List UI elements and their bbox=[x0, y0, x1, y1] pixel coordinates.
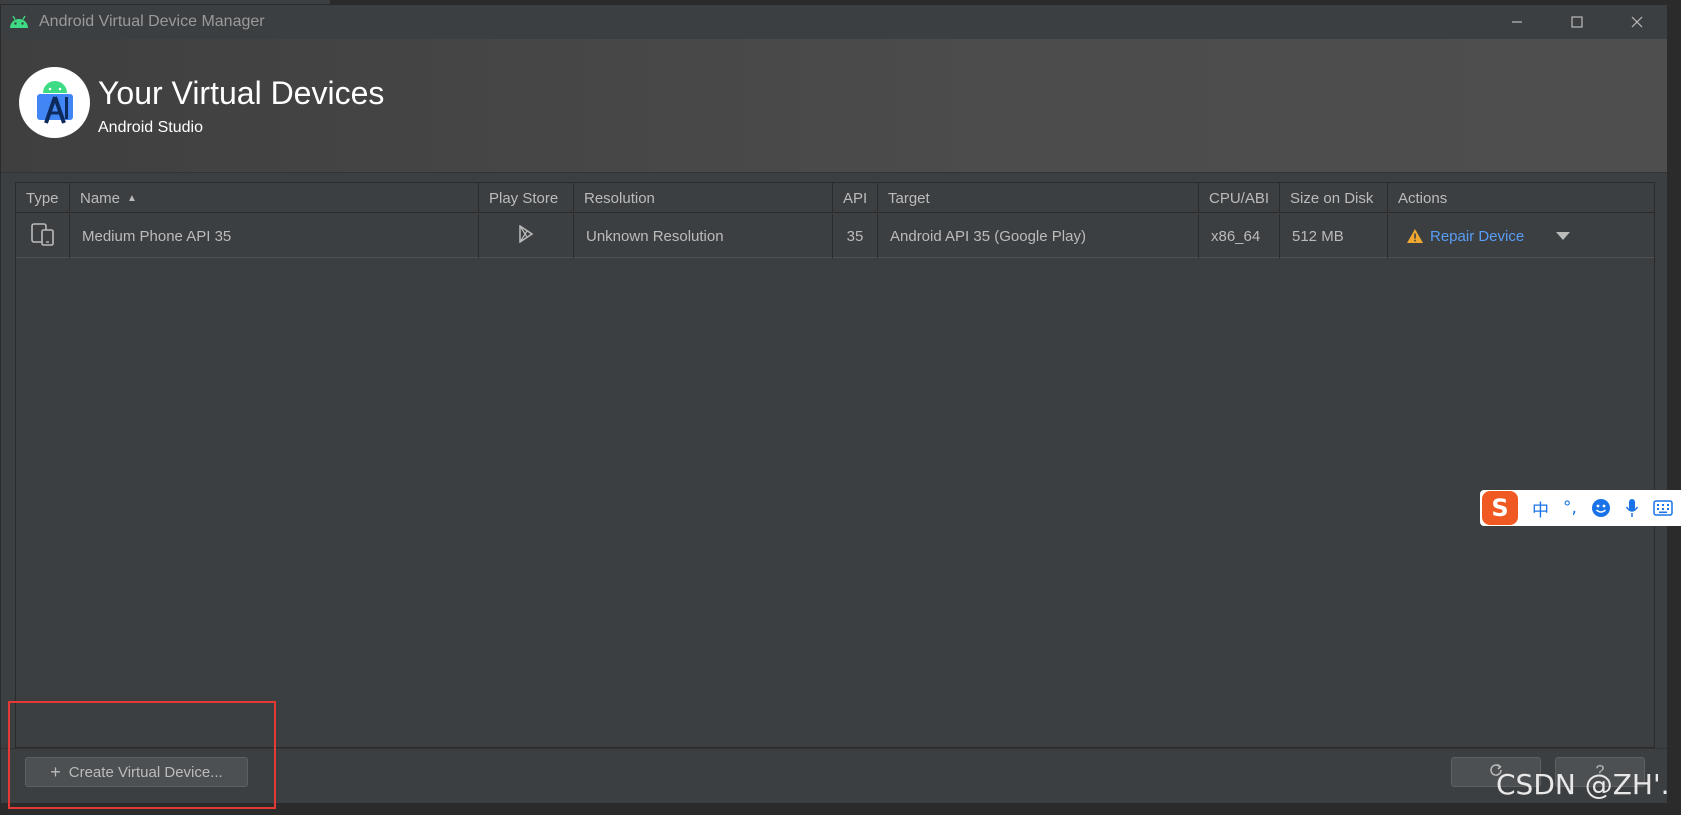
column-header-resolution[interactable]: Resolution bbox=[574, 183, 833, 213]
device-type-cell bbox=[16, 214, 70, 258]
phone-tablet-icon bbox=[30, 221, 56, 251]
play-store-cell bbox=[479, 214, 574, 258]
cpu-abi-cell: x86_64 bbox=[1199, 214, 1280, 258]
ime-toolbar[interactable]: S 中 °, bbox=[1480, 490, 1681, 526]
title-bar: Android Virtual Device Manager bbox=[1, 5, 1667, 39]
target-cell: Android API 35 (Google Play) bbox=[878, 214, 1199, 258]
column-header-target[interactable]: Target bbox=[878, 183, 1199, 213]
caret-down-icon[interactable] bbox=[1556, 232, 1571, 240]
column-header-size-on-disk[interactable]: Size on Disk bbox=[1280, 183, 1388, 213]
ime-punctuation-toggle[interactable]: °, bbox=[1563, 498, 1577, 518]
actions-cell: Repair Device bbox=[1388, 214, 1620, 258]
table-row[interactable]: Medium Phone API 35 Unknown Resolution 3… bbox=[16, 214, 1654, 258]
ime-mode-toggle[interactable]: 中 bbox=[1532, 496, 1549, 521]
window-title: Android Virtual Device Manager bbox=[39, 13, 265, 30]
sort-ascending-icon: ▲ bbox=[127, 192, 137, 204]
column-header-api[interactable]: API bbox=[833, 183, 878, 213]
device-table: Type Name ▲ Play Store Resolution API Ta… bbox=[15, 182, 1655, 748]
android-studio-logo-icon bbox=[19, 67, 90, 138]
ime-logo-icon[interactable]: S bbox=[1482, 491, 1518, 525]
avd-manager-window: Android Virtual Device Manager Your Virt… bbox=[0, 4, 1668, 804]
column-header-name-label: Name bbox=[80, 189, 121, 207]
warning-icon bbox=[1406, 228, 1424, 244]
android-icon bbox=[9, 13, 31, 31]
column-header-play-store[interactable]: Play Store bbox=[479, 183, 574, 213]
column-header-type[interactable]: Type bbox=[16, 183, 70, 213]
header-banner: Your Virtual Devices Android Studio bbox=[1, 39, 1667, 173]
column-header-cpu-abi[interactable]: CPU/ABI bbox=[1199, 183, 1280, 213]
maximize-button[interactable] bbox=[1547, 5, 1607, 39]
microphone-icon[interactable] bbox=[1625, 498, 1639, 518]
annotation-highlight-box bbox=[8, 701, 276, 809]
close-button[interactable] bbox=[1607, 5, 1667, 39]
size-on-disk-cell: 512 MB bbox=[1280, 214, 1388, 258]
play-store-icon bbox=[518, 224, 534, 247]
api-cell: 35 bbox=[833, 214, 878, 258]
page-title: Your Virtual Devices bbox=[98, 75, 385, 111]
device-name-cell: Medium Phone API 35 bbox=[70, 214, 479, 258]
table-header: Type Name ▲ Play Store Resolution API Ta… bbox=[16, 183, 1654, 213]
minimize-button[interactable] bbox=[1487, 5, 1547, 39]
keyboard-icon[interactable] bbox=[1653, 500, 1673, 516]
repair-device-link[interactable]: Repair Device bbox=[1430, 228, 1524, 245]
page-subtitle: Android Studio bbox=[98, 119, 203, 136]
resolution-cell: Unknown Resolution bbox=[574, 214, 833, 258]
column-header-actions: Actions bbox=[1398, 189, 1448, 207]
emoji-icon[interactable] bbox=[1591, 498, 1611, 518]
watermark-text: CSDN @ZH'. bbox=[1496, 768, 1670, 801]
column-header-name[interactable]: Name ▲ bbox=[70, 183, 479, 213]
window-controls bbox=[1487, 5, 1667, 39]
